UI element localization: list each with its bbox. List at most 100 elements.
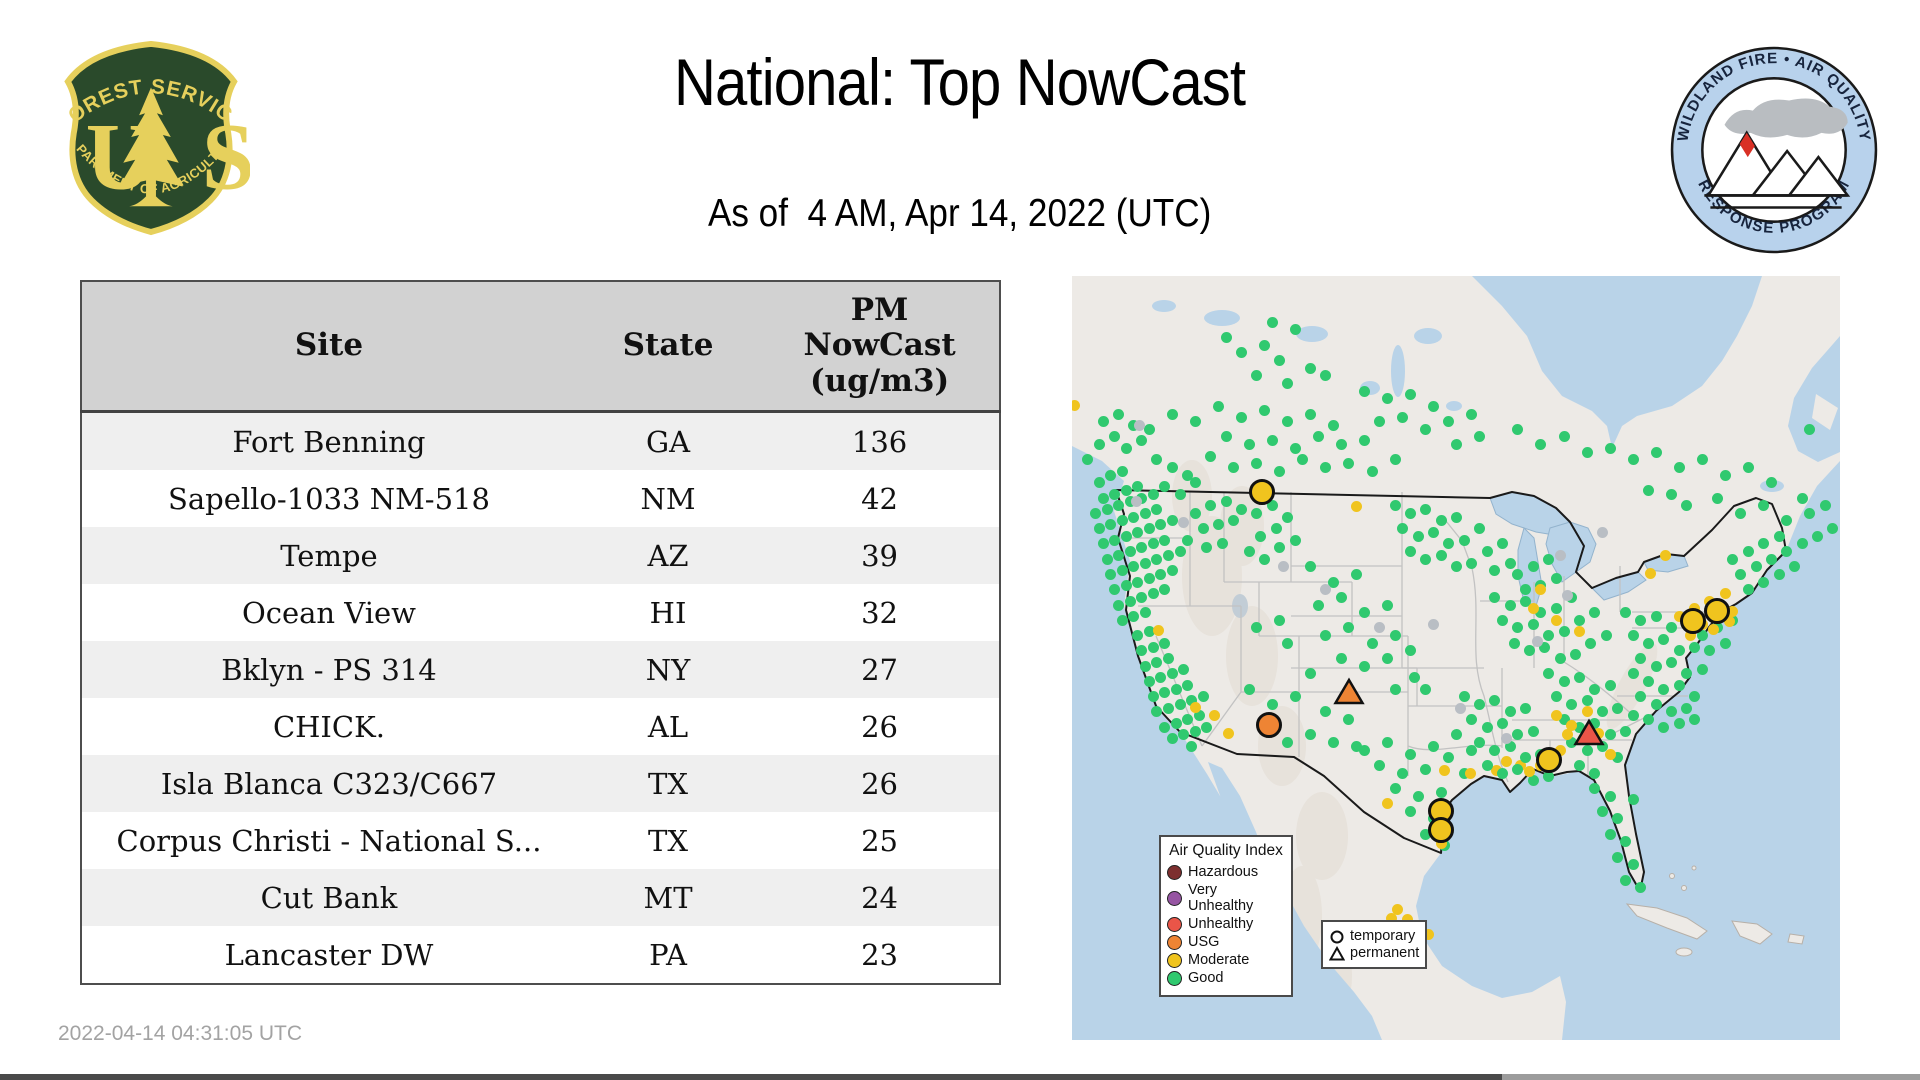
station-dot-good[interactable] (1255, 530, 1267, 542)
station-dot-good[interactable] (1147, 488, 1159, 500)
station-dot-good[interactable] (1719, 637, 1731, 649)
station-dot-good[interactable] (1389, 683, 1401, 695)
station-dot-moderate[interactable] (1550, 614, 1562, 626)
station-dot-good[interactable] (1097, 416, 1109, 428)
station-dot-good[interactable] (1109, 534, 1121, 546)
station-dot-good[interactable] (1481, 721, 1493, 733)
station-dot-good[interactable] (1819, 500, 1831, 512)
air-quality-map[interactable]: Air Quality Index Hazardous Very Unhealth… (1072, 276, 1840, 1040)
station-dot-good[interactable] (1589, 683, 1601, 695)
top-site-marker-circle[interactable] (1248, 479, 1275, 506)
station-dot-good[interactable] (1328, 419, 1340, 431)
station-dot-moderate[interactable] (1581, 706, 1593, 718)
station-dot-good[interactable] (1420, 553, 1432, 565)
station-dot-good[interactable] (1742, 546, 1754, 558)
station-dot-good[interactable] (1220, 431, 1232, 443)
station-dot-good[interactable] (1259, 339, 1270, 351)
station-dot-good[interactable] (1163, 702, 1174, 714)
station-dot-good[interactable] (1174, 546, 1186, 558)
station-dot-good[interactable] (1719, 469, 1731, 481)
station-dot-good[interactable] (1101, 504, 1113, 516)
station-dot-good[interactable] (1796, 538, 1808, 550)
station-dot-good[interactable] (1113, 549, 1125, 561)
station-dot-good[interactable] (1305, 362, 1317, 374)
station-dot-good[interactable] (1750, 561, 1762, 573)
station-dot-good[interactable] (1408, 672, 1420, 684)
station-dot-good[interactable] (1619, 874, 1631, 886)
station-dot-good[interactable] (1596, 805, 1608, 817)
table-row[interactable]: Isla Blanca C323/C667 TX 26 (81, 755, 1000, 812)
station-dot-good[interactable] (1182, 679, 1194, 691)
station-dot-good[interactable] (1139, 660, 1151, 672)
station-dot-good[interactable] (1147, 691, 1159, 703)
station-dot-good[interactable] (1159, 534, 1171, 546)
table-row[interactable]: Ocean View HI 32 (81, 584, 1000, 641)
station-dot-moderate[interactable] (1438, 765, 1450, 777)
station-dot-good[interactable] (1381, 653, 1393, 664)
station-dot-good[interactable] (1627, 794, 1639, 806)
station-dot-good[interactable] (1197, 691, 1209, 703)
station-dot-good[interactable] (1381, 599, 1393, 611)
station-dot-good[interactable] (1170, 717, 1182, 729)
station-dot-good[interactable] (1335, 439, 1347, 451)
station-dot-good[interactable] (1366, 637, 1378, 649)
table-row[interactable]: CHICK. AL 26 (81, 698, 1000, 755)
station-dot-good[interactable] (1266, 435, 1278, 447)
station-dot-good[interactable] (1186, 740, 1198, 752)
table-row[interactable]: Corpus Christi - National S... TX 25 (81, 812, 1000, 869)
station-dot-good[interactable] (1147, 641, 1159, 653)
station-dot-good[interactable] (1389, 782, 1401, 794)
station-dot-good[interactable] (1259, 553, 1270, 565)
station-dot-good[interactable] (1420, 423, 1432, 435)
station-dot-good[interactable] (1097, 492, 1109, 504)
station-dot-good[interactable] (1558, 431, 1570, 443)
station-dot-good[interactable] (1259, 404, 1270, 416)
station-dot-good[interactable] (1289, 691, 1301, 703)
table-row[interactable]: Fort Benning GA 136 (81, 411, 1000, 470)
station-dot-good[interactable] (1235, 504, 1247, 516)
station-dot-good[interactable] (1159, 721, 1171, 733)
station-dot-good[interactable] (1159, 637, 1171, 649)
station-dot-good[interactable] (1650, 660, 1662, 672)
station-dot-good[interactable] (1742, 462, 1754, 473)
station-dot-good[interactable] (1458, 691, 1470, 703)
station-dot-good[interactable] (1554, 653, 1566, 664)
station-dot-good[interactable] (1466, 408, 1478, 420)
station-dot-good[interactable] (1427, 400, 1439, 412)
station-dot-good[interactable] (1113, 408, 1125, 420)
station-dot-good[interactable] (1220, 496, 1232, 508)
station-dot-good[interactable] (1451, 439, 1462, 451)
station-dot-good[interactable] (1120, 484, 1132, 496)
station-dot-good[interactable] (1166, 408, 1178, 420)
station-dot-good[interactable] (1366, 465, 1378, 477)
station-dot-good[interactable] (1270, 523, 1282, 535)
station-dot-good[interactable] (1147, 588, 1159, 600)
station-dot-good[interactable] (1658, 683, 1670, 695)
station-dot-good[interactable] (1558, 675, 1570, 687)
top-site-marker-circle[interactable] (1704, 597, 1731, 624)
station-dot-good[interactable] (1189, 725, 1201, 737)
station-dot-good[interactable] (1282, 737, 1294, 749)
station-dot-good[interactable] (1143, 675, 1155, 687)
station-dot-good[interactable] (1358, 385, 1370, 397)
station-dot-good[interactable] (1481, 759, 1493, 771)
station-dot-good[interactable] (1474, 737, 1486, 749)
station-dot-good[interactable] (1604, 790, 1616, 802)
table-row[interactable]: Bklyn - PS 314 NY 27 (81, 641, 1000, 698)
station-dot-good[interactable] (1604, 828, 1616, 840)
station-dot-good[interactable] (1282, 511, 1294, 523)
station-dot-good[interactable] (1174, 488, 1186, 500)
station-dot-good[interactable] (1404, 748, 1416, 760)
station-dot-good[interactable] (1627, 630, 1639, 642)
station-dot-good[interactable] (1113, 599, 1125, 611)
station-dot-good[interactable] (1581, 695, 1593, 707)
station-dot-good[interactable] (1666, 656, 1678, 668)
top-site-marker-triangle[interactable] (1333, 677, 1365, 711)
station-dot-good[interactable] (1650, 698, 1662, 710)
station-dot-good[interactable] (1166, 565, 1178, 577)
station-dot-good[interactable] (1612, 851, 1624, 863)
station-dot-good[interactable] (1124, 546, 1136, 558)
station-dot-good[interactable] (1573, 672, 1585, 684)
station-dot-good[interactable] (1358, 744, 1370, 756)
station-dot-good[interactable] (1650, 446, 1662, 458)
